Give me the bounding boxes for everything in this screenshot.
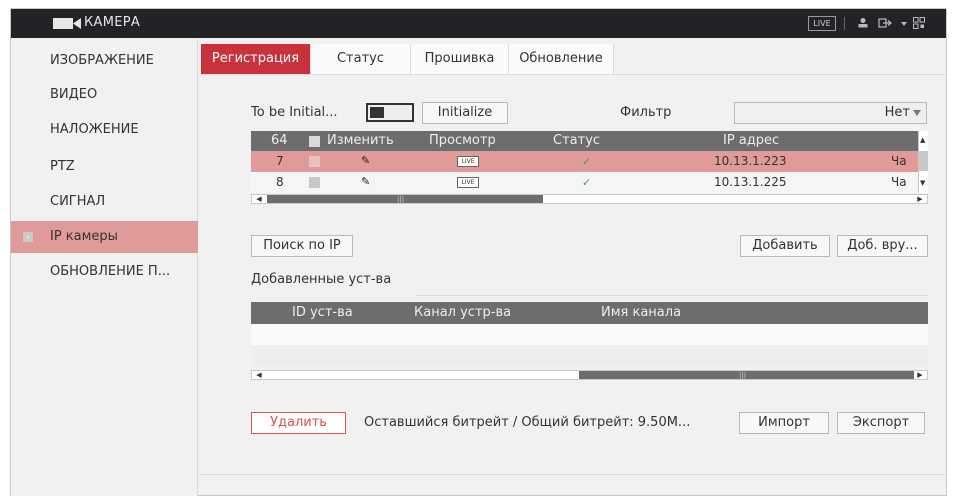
table-header: ID уст-ва Канал устр-ва Имя канала bbox=[251, 302, 928, 324]
scroll-right-icon[interactable]: ▶ bbox=[913, 371, 927, 379]
tab-update[interactable]: Обновление bbox=[509, 44, 614, 74]
grip-icon: ||| bbox=[739, 371, 747, 379]
row-extra: Ча bbox=[891, 154, 907, 168]
divider bbox=[416, 295, 928, 296]
table-row[interactable]: 7 ✎ LIVE ✓ 10.13.1.223 Ча bbox=[251, 151, 928, 172]
row-checkbox[interactable] bbox=[309, 156, 320, 167]
camera-icon bbox=[53, 18, 81, 29]
filter-value: Нет bbox=[884, 105, 910, 120]
device-table: 64 Изменить Просмотр Статус IP адрес 7 ✎… bbox=[251, 131, 928, 207]
row-number: 8 bbox=[276, 175, 284, 189]
pencil-icon[interactable]: ✎ bbox=[361, 175, 370, 188]
toggle-knob bbox=[370, 107, 384, 118]
initialize-toggle[interactable] bbox=[366, 103, 414, 122]
tab-registration[interactable]: Регистрация bbox=[201, 44, 311, 74]
bitrate-text: Оставшийся битрейт / Общий битрейт: 9.50… bbox=[364, 415, 691, 430]
device-channel-header: Канал устр-ва bbox=[414, 305, 512, 320]
sidebar-item-label: ОБНОВЛЕНИЕ П... bbox=[50, 264, 171, 279]
empty-row bbox=[251, 324, 928, 345]
added-devices-title: Добавленные уст-ва bbox=[251, 272, 392, 287]
export-button[interactable]: Экспорт bbox=[837, 412, 925, 434]
edit-header: Изменить bbox=[327, 133, 394, 148]
top-bar: КАМЕРА LIVE bbox=[11, 9, 946, 38]
ip-address: 10.13.1.225 bbox=[714, 175, 787, 189]
search-ip-button[interactable]: Поиск по IP bbox=[251, 235, 353, 257]
sidebar: ИЗОБРАЖЕНИЕ ВИДЕО НАЛОЖЕНИЕ PTZ СИГНАЛ ›… bbox=[11, 38, 198, 496]
sidebar-item-label: IP камеры bbox=[50, 229, 118, 244]
scroll-thumb[interactable] bbox=[579, 371, 914, 379]
add-button[interactable]: Добавить bbox=[740, 235, 830, 257]
view-header: Просмотр bbox=[429, 133, 496, 148]
divider bbox=[199, 74, 948, 75]
sidebar-item-label: СИГНАЛ bbox=[50, 194, 106, 209]
sidebar-item-signal[interactable]: СИГНАЛ bbox=[11, 186, 198, 218]
status-ok-icon: ✓ bbox=[582, 176, 592, 189]
channel-name-header: Имя канала bbox=[601, 305, 682, 320]
delete-button[interactable]: Удалить bbox=[251, 412, 346, 434]
row-number: 7 bbox=[276, 154, 284, 168]
horizontal-scrollbar[interactable]: ◀ ||| ▶ bbox=[251, 370, 928, 380]
grip-icon: ||| bbox=[397, 195, 405, 203]
sidebar-item-label: ВИДЕО bbox=[50, 87, 98, 102]
page-title: КАМЕРА bbox=[84, 15, 141, 30]
live-preview-icon[interactable]: LIVE bbox=[457, 177, 479, 188]
divider bbox=[199, 474, 948, 475]
empty-row bbox=[251, 345, 928, 366]
horizontal-scrollbar[interactable]: ◀ ||| ▶ bbox=[251, 194, 928, 204]
scroll-left-icon[interactable]: ◀ bbox=[252, 195, 266, 203]
scroll-up-icon[interactable]: ▲ bbox=[920, 136, 925, 144]
sidebar-item-label: НАЛОЖЕНИЕ bbox=[50, 122, 139, 137]
tab-firmware[interactable]: Прошивка bbox=[411, 44, 509, 74]
row-extra: Ча bbox=[891, 175, 907, 189]
scroll-left-icon[interactable]: ◀ bbox=[252, 371, 266, 379]
chevron-right-icon: › bbox=[23, 232, 33, 242]
to-be-initialized-label: To be Initial... bbox=[251, 105, 338, 120]
sidebar-item-overlay[interactable]: НАЛОЖЕНИЕ bbox=[11, 114, 198, 146]
live-button[interactable]: LIVE bbox=[808, 16, 836, 31]
initialize-button[interactable]: Initialize bbox=[422, 102, 508, 124]
logout-icon[interactable] bbox=[878, 17, 892, 30]
filter-label: Фильтр bbox=[620, 105, 672, 120]
scroll-thumb[interactable] bbox=[267, 195, 543, 203]
added-devices-table: ID уст-ва Канал устр-ва Имя канала ◀ |||… bbox=[251, 302, 928, 392]
device-id-header: ID уст-ва bbox=[292, 305, 353, 320]
tab-status[interactable]: Статус bbox=[311, 44, 411, 74]
user-icon[interactable] bbox=[856, 17, 870, 30]
qr-code-icon[interactable] bbox=[912, 17, 926, 30]
sidebar-item-label: PTZ bbox=[50, 159, 75, 174]
dropdown-arrow-icon bbox=[913, 110, 921, 116]
add-manual-button[interactable]: Доб. вру... bbox=[837, 235, 928, 257]
status-header: Статус bbox=[553, 133, 601, 148]
chevron-down-icon[interactable] bbox=[897, 17, 911, 30]
scroll-down-icon[interactable]: ▼ bbox=[920, 179, 925, 187]
vertical-scrollbar[interactable]: ▲ ▼ bbox=[918, 131, 928, 193]
divider bbox=[844, 17, 845, 30]
sidebar-item-update[interactable]: ОБНОВЛЕНИЕ П... bbox=[11, 256, 198, 288]
table-header: 64 Изменить Просмотр Статус IP адрес bbox=[251, 131, 928, 151]
sidebar-item-image[interactable]: ИЗОБРАЖЕНИЕ bbox=[11, 45, 198, 77]
row-checkbox[interactable] bbox=[309, 177, 320, 188]
select-all-checkbox[interactable] bbox=[309, 136, 320, 147]
sidebar-item-label: ИЗОБРАЖЕНИЕ bbox=[50, 53, 154, 68]
app-window: КАМЕРА LIVE ИЗОБРАЖЕНИЕ ВИДЕО НАЛОЖЕНИЕ … bbox=[10, 8, 948, 496]
sidebar-item-ip-cameras[interactable]: › IP камеры bbox=[11, 221, 198, 253]
scroll-thumb[interactable] bbox=[919, 151, 928, 171]
live-preview-icon[interactable]: LIVE bbox=[457, 156, 479, 167]
sidebar-item-video[interactable]: ВИДЕО bbox=[11, 79, 198, 111]
table-row[interactable]: 8 ✎ LIVE ✓ 10.13.1.225 Ча bbox=[251, 172, 928, 193]
ip-address: 10.13.1.223 bbox=[714, 154, 787, 168]
status-ok-icon: ✓ bbox=[582, 155, 592, 168]
filter-select[interactable]: Нет bbox=[734, 102, 927, 124]
pencil-icon[interactable]: ✎ bbox=[361, 154, 370, 167]
import-button[interactable]: Импорт bbox=[739, 412, 829, 434]
count-header: 64 bbox=[271, 133, 288, 148]
sidebar-item-ptz[interactable]: PTZ bbox=[11, 151, 198, 183]
scroll-right-icon[interactable]: ▶ bbox=[913, 195, 927, 203]
ip-header: IP адрес bbox=[723, 133, 780, 148]
